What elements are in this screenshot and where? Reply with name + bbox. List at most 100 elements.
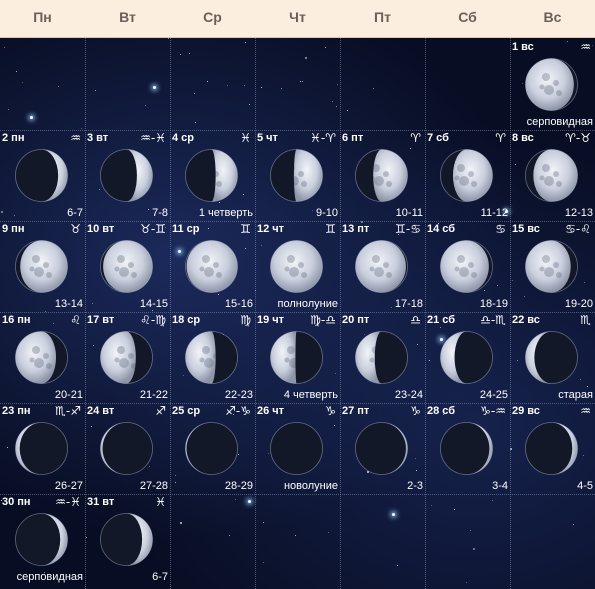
- star: [263, 562, 264, 563]
- day-cell[interactable]: 17 вт ♌-♍ 21-22: [85, 313, 170, 404]
- day-cell[interactable]: 30 пн ♒-♓ серповидная: [0, 495, 85, 586]
- day-cell[interactable]: 29 вс ♒ 4-5: [510, 404, 595, 495]
- lunar-day-label: 20-21: [54, 389, 83, 401]
- star: [337, 84, 338, 85]
- moon-phase-icon: [185, 149, 238, 202]
- calendar-grid: 1 вс ♒ серповидная 2 пн ♒ 6-7 3 вт ♒-♓ 7-8 4 ср ♓ 1…: [0, 38, 595, 589]
- zodiac-sign: ♎-♏: [480, 313, 506, 327]
- day-cell[interactable]: 25 ср ♐-♑ 28-29: [170, 404, 255, 495]
- day-cell[interactable]: 2 пн ♒ 6-7: [0, 131, 85, 222]
- moon-phase-icon: [100, 149, 153, 202]
- day-date: 22 вс: [512, 314, 540, 326]
- moon-phase-icon: [100, 240, 153, 293]
- star: [261, 87, 262, 88]
- day-cell[interactable]: 19 чт ♍-♎ 4 четверть: [255, 313, 340, 404]
- day-cell[interactable]: 11 ср ♊ 15-16: [170, 222, 255, 313]
- zodiac-sign: ♉: [70, 222, 81, 236]
- day-cell[interactable]: 20 пт ♎ 23-24: [340, 313, 425, 404]
- moon-phase-icon: [355, 240, 408, 293]
- zodiac-sign: ♊: [240, 222, 251, 236]
- star: [207, 81, 208, 82]
- star: [300, 81, 301, 82]
- day-cell[interactable]: 31 вт ♓ 6-7: [85, 495, 170, 586]
- day-cell[interactable]: 1 вс ♒ серповидная: [510, 40, 595, 131]
- moon-phase-icon: [15, 240, 68, 293]
- moon-phase-icon: [525, 240, 578, 293]
- day-cell[interactable]: 15 вс ♋-♌ 19-20: [510, 222, 595, 313]
- day-cell[interactable]: 6 пт ♈ 10-11: [340, 131, 425, 222]
- day-date: 26 чт: [257, 405, 285, 417]
- moon-phase-icon: [355, 422, 408, 475]
- moon-phase-icon: [185, 331, 238, 384]
- day-date: 7 сб: [427, 132, 449, 144]
- day-cell[interactable]: 22 вс ♏ старая: [510, 313, 595, 404]
- lunar-day-label: 26-27: [54, 480, 83, 492]
- star: [295, 535, 296, 536]
- moon-phase-icon: [100, 331, 153, 384]
- day-cell[interactable]: 13 пт ♊-♋ 17-18: [340, 222, 425, 313]
- day-date: 25 ср: [172, 405, 201, 417]
- star: [347, 110, 348, 111]
- star: [305, 57, 307, 59]
- moon-phase-icon: [440, 422, 493, 475]
- star: [492, 500, 493, 501]
- star: [302, 81, 303, 82]
- star: [180, 522, 182, 524]
- bright-star: [153, 86, 156, 89]
- moon-phase-icon: [440, 240, 493, 293]
- zodiac-sign: ♎: [410, 313, 421, 327]
- zodiac-sign: ♒: [70, 131, 81, 145]
- lunar-day-label: 6-7: [152, 571, 168, 583]
- day-date: 24 вт: [87, 405, 115, 417]
- day-cell[interactable]: 28 сб ♑-♒ 3-4: [425, 404, 510, 495]
- star: [95, 90, 96, 91]
- zodiac-sign: ♐: [155, 404, 166, 418]
- day-cell[interactable]: 5 чт ♓-♈ 9-10: [255, 131, 340, 222]
- day-cell[interactable]: 16 пн ♌ 20-21: [0, 313, 85, 404]
- lunar-day-label: 2-3: [407, 480, 423, 492]
- day-cell[interactable]: 26 чт ♑ новолуние: [255, 404, 340, 495]
- lunar-day-label: 11-12: [480, 207, 508, 219]
- zodiac-sign: ♒-♓: [140, 131, 166, 145]
- day-cell[interactable]: 12 чт ♊ полнолуние: [255, 222, 340, 313]
- star: [227, 85, 228, 86]
- zodiac-sign: ♋-♌: [565, 222, 591, 236]
- moon-phase-icon: [185, 240, 238, 293]
- moon-phase-icon: [185, 422, 238, 475]
- zodiac-sign: ♓: [240, 131, 251, 145]
- weekday-sun: Вс: [543, 9, 562, 25]
- star: [263, 522, 264, 523]
- day-cell[interactable]: 14 сб ♋ 18-19: [425, 222, 510, 313]
- lunar-day-label: старая: [558, 389, 593, 401]
- lunar-day-label: 19-20: [564, 298, 593, 310]
- day-cell[interactable]: 3 вт ♒-♓ 7-8: [85, 131, 170, 222]
- day-cell[interactable]: 7 сб ♈ 11-12: [425, 131, 510, 222]
- star: [16, 71, 17, 72]
- star: [189, 53, 190, 54]
- day-cell[interactable]: 10 вт ♉-♊ 14-15: [85, 222, 170, 313]
- star: [332, 101, 333, 102]
- day-date: 28 сб: [427, 405, 456, 417]
- day-cell[interactable]: 24 вт ♐ 27-28: [85, 404, 170, 495]
- lunar-day-label: 9-10: [315, 207, 338, 219]
- lunar-day-label: 1 четверть: [198, 207, 253, 219]
- day-date: 15 вс: [512, 223, 540, 235]
- day-cell[interactable]: 8 вс ♈-♉ 12-13: [510, 131, 595, 222]
- day-cell[interactable]: 23 пн ♏-♐ 26-27: [0, 404, 85, 495]
- star: [470, 530, 471, 531]
- day-cell[interactable]: 27 пт ♑ 2-3: [340, 404, 425, 495]
- star: [194, 93, 195, 94]
- lunar-day-label: 13-14: [54, 298, 83, 310]
- weekday-fri: Пт: [374, 9, 391, 25]
- moon-phase-icon: [100, 513, 153, 566]
- day-cell[interactable]: 9 пн ♉ 13-14: [0, 222, 85, 313]
- star: [325, 47, 326, 48]
- star: [473, 548, 475, 550]
- moon-phase-icon: [440, 149, 493, 202]
- day-cell[interactable]: 21 сб ♎-♏ 24-25: [425, 313, 510, 404]
- day-cell[interactable]: 18 ср ♍ 22-23: [170, 313, 255, 404]
- zodiac-sign: ♒-♓: [55, 495, 81, 509]
- lunar-day-label: 23-24: [394, 389, 423, 401]
- moon-phase-icon: [15, 422, 68, 475]
- day-cell[interactable]: 4 ср ♓ 1 четверть: [170, 131, 255, 222]
